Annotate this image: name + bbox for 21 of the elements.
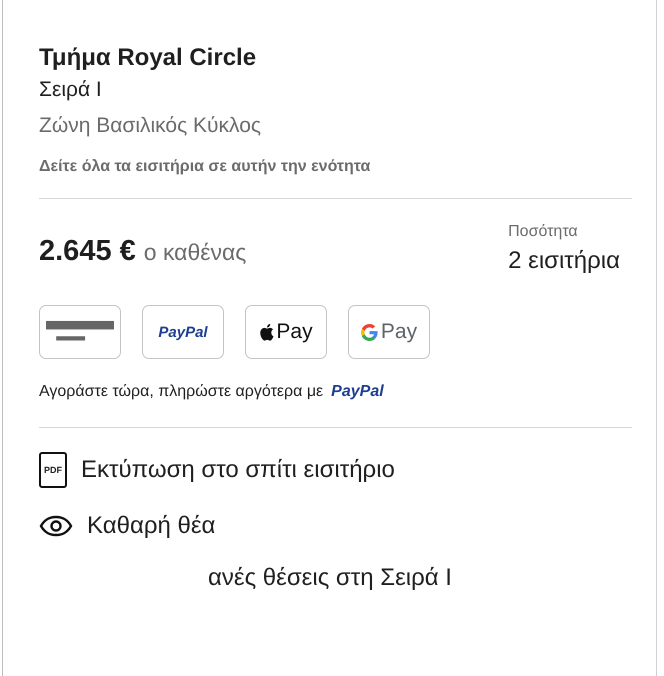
payment-method-button[interactable]: Pay — [245, 305, 327, 359]
zone-label: Ζώνη Βασιλικός Κύκλος — [39, 114, 262, 138]
paypal-logo: PayPal — [331, 383, 384, 401]
apple-icon — [259, 323, 274, 341]
view-all-tickets-link[interactable]: Δείτε όλα τα εισιτήρια σε αυτήν την ενότητα — [39, 158, 370, 176]
feature-label: ανές θέσεις στη Σειρά I — [208, 564, 452, 592]
price-unit: ο καθένας — [144, 239, 246, 266]
row-label: Σειρά I — [39, 78, 103, 102]
feature-label: Καθαρή θέα — [87, 512, 216, 540]
price-amount: 2.645 € — [39, 235, 136, 268]
payment-method-button[interactable] — [39, 305, 121, 359]
section-title: Τμήμα Royal Circle — [39, 44, 258, 72]
payment-method-button[interactable]: PayPal — [142, 305, 224, 359]
pay-later-text: Αγοράστε τώρα, πληρώστε αργότερα με — [39, 383, 324, 401]
google-g-icon — [360, 324, 378, 340]
eye-icon — [39, 515, 73, 537]
pdf-file-icon: PDF — [39, 452, 67, 488]
feature-label: Εκτύπωση στο σπίτι εισιτήριο — [81, 456, 395, 484]
quantity-value: 2 εισιτήρια — [508, 247, 620, 275]
payment-method-button[interactable]: Pay — [348, 305, 430, 359]
quantity-label: Ποσότητα — [508, 223, 579, 241]
